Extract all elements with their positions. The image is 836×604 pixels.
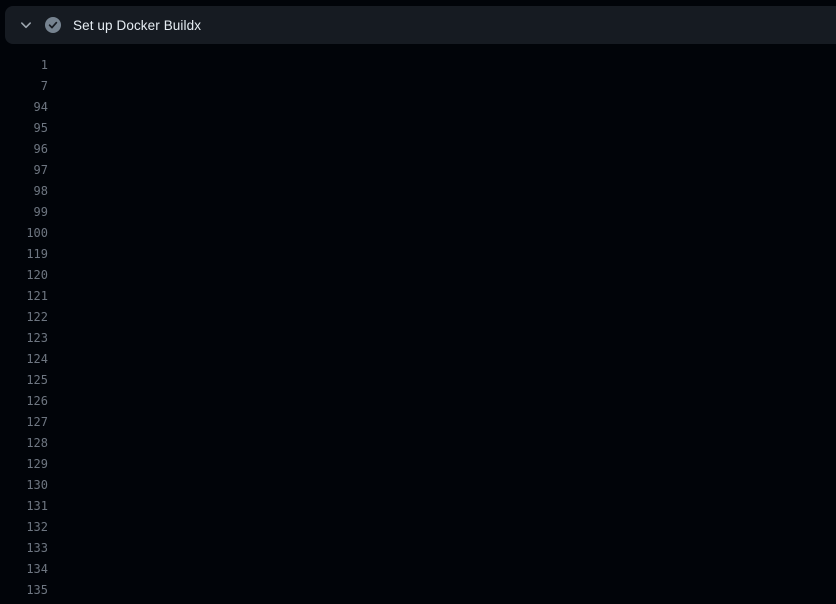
line-number[interactable]: 126: [0, 391, 48, 412]
log-line-98: 98 /usr/bin/docker buildx create --name …: [0, 181, 836, 202]
line-number[interactable]: 98: [0, 181, 48, 202]
log-line-135[interactable]: 135 ▼BuildKit version: [0, 580, 836, 601]
actions-log-viewer: Set up Docker Buildx 1 ▶Run ./ 7 ▶Docker…: [0, 0, 836, 604]
log-line-100[interactable]: 100 ▶Booting builder: [0, 223, 836, 244]
log-line-124: 124 "endpoint": "unix:///var/run/docker.…: [0, 349, 836, 370]
log-line-129: 129 }: [0, 454, 836, 475]
log-line-123: 123 "name": "builder-d9cfb5a1-c764-445a-…: [0, 328, 836, 349]
line-number[interactable]: 135: [0, 580, 48, 601]
step-title: Set up Docker Buildx: [73, 18, 201, 33]
line-number[interactable]: 100: [0, 223, 48, 244]
step-header[interactable]: Set up Docker Buildx: [5, 6, 836, 44]
log-line-134: 134 }: [0, 559, 836, 580]
line-number[interactable]: 97: [0, 160, 48, 181]
line-number[interactable]: 1: [0, 55, 48, 76]
line-number[interactable]: 125: [0, 370, 48, 391]
line-number[interactable]: 122: [0, 307, 48, 328]
line-number[interactable]: 7: [0, 76, 48, 97]
log-line-97[interactable]: 97 ▼Creating a new builder instance: [0, 160, 836, 181]
line-number[interactable]: 94: [0, 97, 48, 118]
check-circle-icon: [45, 17, 61, 33]
line-number[interactable]: 95: [0, 118, 48, 139]
log-line-1[interactable]: 1 ▶Run ./: [0, 55, 836, 76]
log-line-122: 122 {: [0, 307, 836, 328]
line-number[interactable]: 96: [0, 139, 48, 160]
log-line-125: 125 "status": "running",: [0, 370, 836, 391]
log-line-96: 96 github.com/docker/buildx 0.10.3+azure…: [0, 139, 836, 160]
log-line-133: 133 "lastActivity": "2023-02-25T11:58:12…: [0, 538, 836, 559]
chevron-down-icon[interactable]: [19, 18, 33, 32]
log-line-95: 95 /usr/bin/docker buildx version: [0, 118, 836, 139]
line-number[interactable]: 123: [0, 328, 48, 349]
line-number[interactable]: 120: [0, 265, 48, 286]
line-number[interactable]: 129: [0, 454, 48, 475]
line-number[interactable]: 119: [0, 244, 48, 265]
line-number[interactable]: 127: [0, 412, 48, 433]
log-line-99: 99 builder-d9cfb5a1-c764-445a-a57e-0b19d…: [0, 202, 836, 223]
log-line-119[interactable]: 119 ▼Inspect builder: [0, 244, 836, 265]
log-line-120: 120 {: [0, 265, 836, 286]
log-line-131: 131 "name": "builder-d9cfb5a1-c764-445a-…: [0, 496, 836, 517]
line-number[interactable]: 128: [0, 433, 48, 454]
log-line-121: 121 "nodes": [: [0, 286, 836, 307]
line-number[interactable]: 131: [0, 496, 48, 517]
line-number[interactable]: 121: [0, 286, 48, 307]
log-line-94[interactable]: 94 ▼Buildx version: [0, 97, 836, 118]
line-number[interactable]: 130: [0, 475, 48, 496]
line-number[interactable]: 99: [0, 202, 48, 223]
line-number[interactable]: 134: [0, 559, 48, 580]
line-number[interactable]: 124: [0, 349, 48, 370]
log-body: 1 ▶Run ./ 7 ▶Docker info 94 ▼Buildx vers…: [0, 55, 836, 604]
log-line-128: 128 "platforms": "linux/amd64,linux/amd6…: [0, 433, 836, 454]
line-number[interactable]: 133: [0, 538, 48, 559]
log-line-7[interactable]: 7 ▶Docker info: [0, 76, 836, 97]
log-line-126: 126 "buildkitd-flags": "--allow-insecure…: [0, 391, 836, 412]
log-line-130: 130 ],: [0, 475, 836, 496]
log-line-127: 127 "buildkit": "v0.11.3",: [0, 412, 836, 433]
log-line-132: 132 "driver": "docker-container",: [0, 517, 836, 538]
line-number[interactable]: 132: [0, 517, 48, 538]
